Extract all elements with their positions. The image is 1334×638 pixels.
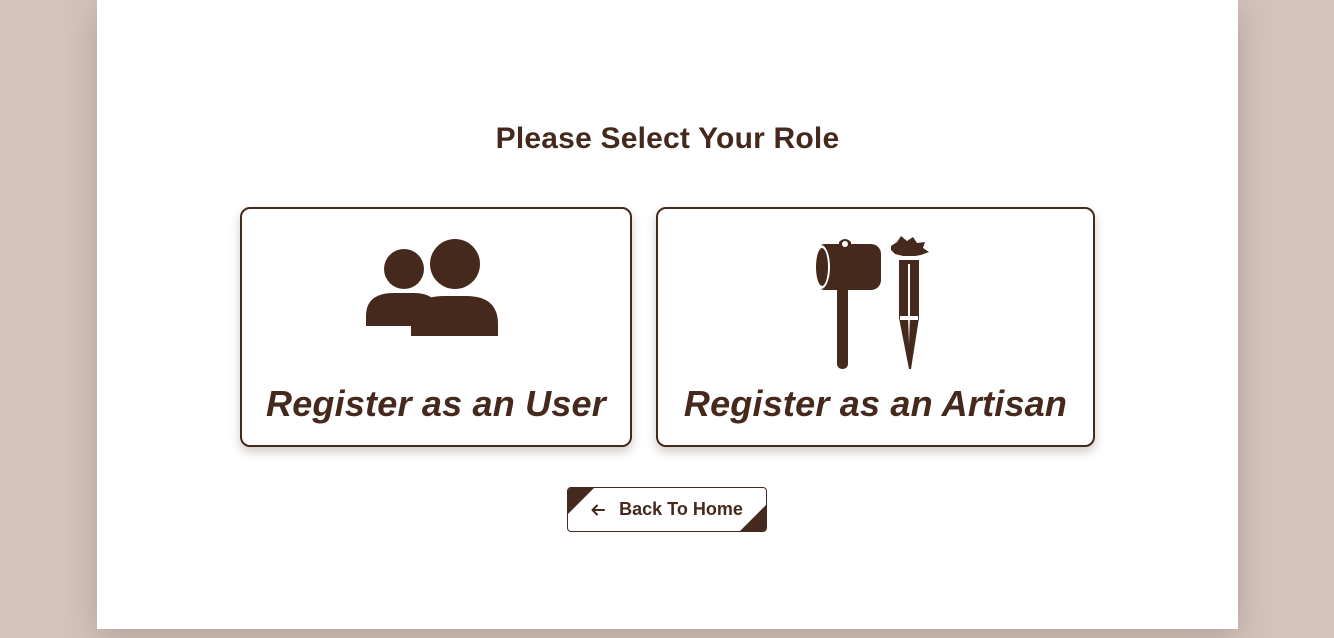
back-to-home-button[interactable]: Back To Home bbox=[567, 487, 767, 532]
users-icon bbox=[242, 234, 630, 336]
corner-decoration-bottom-right bbox=[740, 505, 766, 531]
back-to-home-label: Back To Home bbox=[619, 499, 743, 519]
role-selection-panel: Please Select Your Role Register as an U… bbox=[97, 0, 1238, 629]
register-artisan-card[interactable]: Register as an Artisan bbox=[656, 207, 1095, 447]
register-user-card[interactable]: Register as an User bbox=[240, 207, 632, 447]
register-artisan-label: Register as an Artisan bbox=[683, 383, 1068, 424]
register-user-label: Register as an User bbox=[266, 383, 606, 424]
corner-decoration-top-left bbox=[568, 488, 594, 514]
page-title: Please Select Your Role bbox=[495, 122, 840, 155]
hammer-chisel-icon bbox=[658, 234, 1093, 369]
